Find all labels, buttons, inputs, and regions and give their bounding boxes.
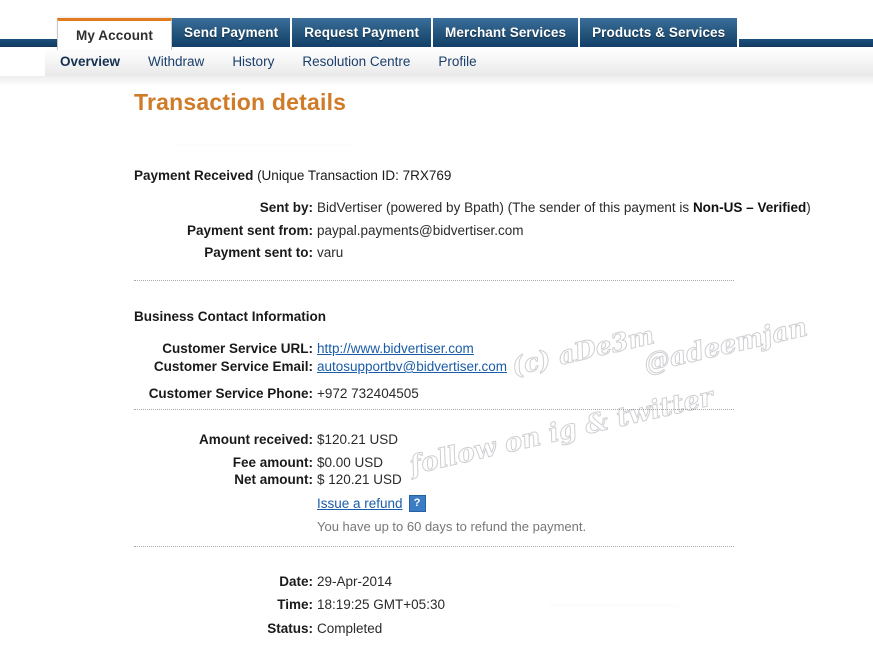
redacted-text-top: ————————————— [172, 135, 354, 151]
row-value: 29-Apr-2014 [317, 574, 393, 589]
row-value: paypal.payments@bidvertiser.com [317, 223, 524, 238]
sender-name-text: BidVertiser (powered by Bpath) (The send… [317, 200, 693, 215]
row-fee-amount: Fee amount: $0.00 USD [0, 455, 873, 473]
section-divider [134, 409, 734, 410]
sender-paren-close: ) [806, 200, 811, 215]
row-label: Fee amount: [232, 455, 313, 470]
row-label: Date: [279, 574, 313, 589]
row-value: varu [317, 245, 344, 260]
tab-label: Products & Services [592, 25, 726, 40]
section-divider [134, 546, 734, 547]
section-divider [134, 280, 734, 281]
row-value: 18:19:25 GMT+05:30 [317, 597, 445, 612]
payment-received-heading: Payment Received (Unique Transaction ID:… [134, 168, 451, 183]
row-status: Status: Completed [0, 621, 873, 639]
row-value: $120.21 USD [317, 432, 399, 447]
row-label: Sent by: [259, 200, 313, 215]
row-customer-service-phone: Customer Service Phone: +972 732404505 [0, 386, 873, 404]
row-label: Payment sent to: [204, 245, 313, 260]
row-value: autosupportbv@bidvertiser.com [317, 359, 507, 374]
row-amount-received: Amount received: $120.21 USD [0, 432, 873, 450]
subnav-label: History [232, 54, 275, 69]
row-value: http://www.bidvertiser.com [317, 341, 474, 356]
subnav-label: Overview [60, 54, 121, 69]
subnav-item-overview[interactable]: Overview [45, 54, 134, 69]
tab-merchant-services[interactable]: Merchant Services [433, 18, 581, 47]
transaction-details-content: Transaction details ————————————— Paymen… [0, 76, 873, 649]
customer-service-email-link[interactable]: autosupportbv@bidvertiser.com [317, 359, 507, 374]
refund-note-text: You have up to 60 days to refund the pay… [317, 519, 587, 534]
row-date: Date: 29-Apr-2014 [0, 574, 873, 592]
redacted-text-bottom: —————————— [548, 597, 678, 612]
row-customer-service-url: Customer Service URL: http://www.bidvert… [0, 341, 873, 359]
row-payment-sent-to: Payment sent to: varu [0, 245, 873, 263]
page-title: Transaction details [134, 89, 347, 115]
subnav-item-history[interactable]: History [218, 54, 288, 69]
tab-request-payment[interactable]: Request Payment [292, 18, 434, 47]
business-contact-heading: Business Contact Information [134, 309, 327, 324]
refund-action-group: Issue a refund ? [317, 495, 426, 512]
row-sent-by: Sent by: BidVertiser (powered by Bpath) … [0, 200, 873, 218]
subnav-item-resolution-centre[interactable]: Resolution Centre [288, 54, 424, 69]
sender-status-text: Non-US – Verified [692, 200, 807, 215]
subnav-label: Profile [438, 54, 477, 69]
row-net-amount: Net amount: $ 120.21 USD [0, 472, 873, 490]
status-badge: Completed [317, 621, 383, 636]
tab-label: Request Payment [304, 25, 420, 40]
row-label: Status: [267, 621, 313, 636]
tab-label: My Account [76, 28, 154, 43]
tab-products-services[interactable]: Products & Services [580, 18, 740, 47]
issue-a-refund-link[interactable]: Issue a refund [317, 496, 403, 511]
row-label: Payment sent from: [186, 223, 313, 238]
transaction-id-text: (Unique Transaction ID: 7RX769 [253, 168, 452, 183]
tab-send-payment[interactable]: Send Payment [172, 18, 293, 47]
subnav-label: Withdraw [148, 54, 205, 69]
tab-list: My Account Send Payment Request Payment … [57, 18, 740, 50]
secondary-navigation: Overview Withdraw History Resolution Cen… [45, 47, 873, 77]
row-value: BidVertiser (powered by Bpath) (The send… [317, 200, 811, 215]
help-question-icon[interactable]: ? [408, 495, 426, 512]
subnav-item-withdraw[interactable]: Withdraw [134, 54, 218, 69]
row-label: Customer Service Email: [153, 359, 313, 374]
tab-my-account[interactable]: My Account [57, 18, 173, 50]
tab-label: Send Payment [184, 25, 279, 40]
row-value: $0.00 USD [317, 455, 384, 470]
row-payment-sent-from: Payment sent from: paypal.payments@bidve… [0, 223, 873, 241]
row-time: Time: 18:19:25 GMT+05:30 [0, 597, 873, 615]
row-label: Customer Service Phone: [148, 386, 313, 401]
row-value: +972 732404505 [317, 386, 419, 401]
subnav-item-profile[interactable]: Profile [424, 54, 490, 69]
subnav-label: Resolution Centre [302, 54, 411, 69]
row-label: Amount received: [198, 432, 313, 447]
customer-service-url-link[interactable]: http://www.bidvertiser.com [317, 341, 474, 356]
tab-label: Merchant Services [445, 25, 567, 40]
row-customer-service-email: Customer Service Email: autosupportbv@bi… [0, 359, 873, 377]
row-label: Net amount: [234, 472, 313, 487]
row-value: $ 120.21 USD [317, 472, 402, 487]
payment-received-label: Payment Received [134, 168, 254, 183]
primary-tab-bar: My Account Send Payment Request Payment … [0, 0, 873, 50]
row-label: Time: [277, 597, 313, 612]
row-label: Customer Service URL: [162, 341, 313, 356]
